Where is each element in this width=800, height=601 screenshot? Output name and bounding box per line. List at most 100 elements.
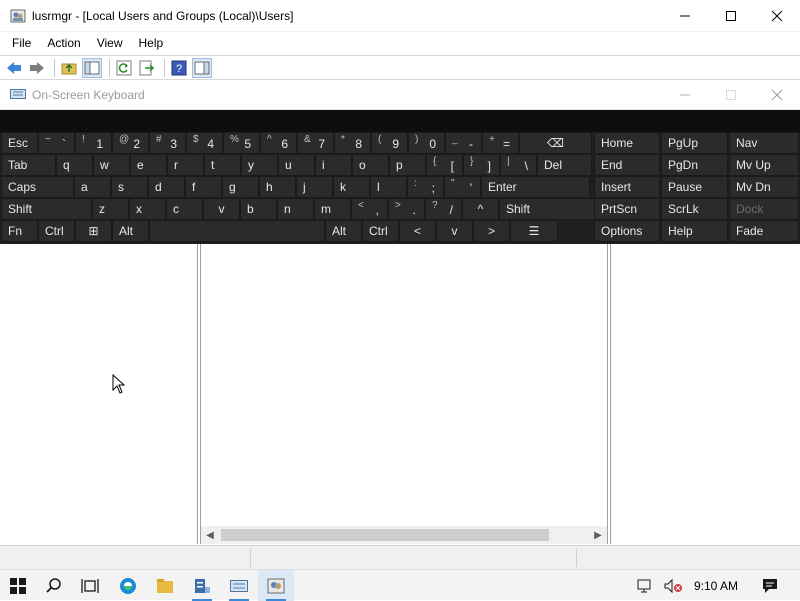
- osk-key[interactable]: " ': [444, 176, 481, 198]
- help-button[interactable]: ?: [169, 58, 189, 78]
- osk-key[interactable]: | \: [500, 154, 537, 176]
- osk-nav-key[interactable]: Mv Dn: [729, 176, 799, 198]
- osk-nav-key[interactable]: PgUp: [661, 132, 728, 154]
- osk-key[interactable]: {[: [426, 154, 463, 176]
- osk-nav-key[interactable]: Home: [594, 132, 660, 154]
- osk-nav-key[interactable]: Insert: [594, 176, 660, 198]
- osk-nav-key[interactable]: Fade: [729, 220, 799, 242]
- osk-key[interactable]: ~ `: [38, 132, 75, 154]
- osk-key[interactable]: ) 0: [408, 132, 445, 154]
- osk-key[interactable]: b: [240, 198, 277, 220]
- osk-key[interactable]: _ -: [445, 132, 482, 154]
- osk-key[interactable]: * 8: [334, 132, 371, 154]
- osk-key[interactable]: ☰: [510, 220, 558, 242]
- osk-key[interactable]: Del: [537, 154, 592, 176]
- osk-key[interactable]: p: [389, 154, 426, 176]
- osk-key[interactable]: }]: [463, 154, 500, 176]
- osk-key[interactable]: Ctrl: [38, 220, 75, 242]
- osk-key[interactable]: Shift: [499, 198, 608, 220]
- osk-key[interactable]: j: [296, 176, 333, 198]
- osk-key[interactable]: n: [277, 198, 314, 220]
- osk-key[interactable]: $4: [186, 132, 223, 154]
- osk-key[interactable]: (9: [371, 132, 408, 154]
- osk-nav-key[interactable]: Help: [661, 220, 728, 242]
- osk-key[interactable]: h: [259, 176, 296, 198]
- osk-key[interactable]: #3: [149, 132, 186, 154]
- back-button[interactable]: [4, 58, 24, 78]
- osk-key[interactable]: @2: [112, 132, 149, 154]
- osk-maximize-button[interactable]: [708, 80, 754, 110]
- osk-key[interactable]: x: [129, 198, 166, 220]
- taskbar-clock[interactable]: 9:10 AM: [694, 570, 738, 601]
- scroll-left-arrow-icon[interactable]: ◀: [201, 526, 219, 544]
- osk-key[interactable]: s: [111, 176, 148, 198]
- osk-key[interactable]: Alt: [325, 220, 362, 242]
- osk-key[interactable]: y: [241, 154, 278, 176]
- console-tree-pane[interactable]: [0, 244, 198, 544]
- osk-key[interactable]: & 7: [297, 132, 334, 154]
- osk-key[interactable]: o: [352, 154, 389, 176]
- osk-nav-key[interactable]: Mv Up: [729, 154, 799, 176]
- osk-key[interactable]: r: [167, 154, 204, 176]
- osk-key[interactable]: d: [148, 176, 185, 198]
- osk-key[interactable]: Shift: [1, 198, 92, 220]
- osk-key[interactable]: z: [92, 198, 129, 220]
- action-center-button[interactable]: [752, 570, 788, 601]
- osk-key[interactable]: t: [204, 154, 241, 176]
- scroll-right-arrow-icon[interactable]: ▶: [589, 526, 607, 544]
- osk-key[interactable]: :;: [407, 176, 444, 198]
- osk-key[interactable]: i: [315, 154, 352, 176]
- actions-pane[interactable]: [610, 244, 800, 544]
- horizontal-scrollbar[interactable]: ◀ ▶: [201, 526, 607, 544]
- osk-nav-key[interactable]: Options: [594, 220, 660, 242]
- osk-key[interactable]: Caps: [1, 176, 74, 198]
- osk-key[interactable]: Ctrl: [362, 220, 399, 242]
- osk-close-button[interactable]: [754, 80, 800, 110]
- osk-minimize-button[interactable]: [662, 80, 708, 110]
- menu-action[interactable]: Action: [41, 36, 86, 50]
- osk-taskbar-button[interactable]: [221, 570, 257, 601]
- refresh-button[interactable]: [114, 58, 134, 78]
- up-one-level-button[interactable]: [59, 58, 79, 78]
- menu-file[interactable]: File: [6, 36, 37, 50]
- osk-nav-key[interactable]: PgDn: [661, 154, 728, 176]
- task-view-button[interactable]: [72, 570, 108, 601]
- osk-key[interactable]: % 5: [223, 132, 260, 154]
- osk-key[interactable]: Fn: [1, 220, 38, 242]
- osk-key[interactable]: u: [278, 154, 315, 176]
- osk-key[interactable]: Esc: [1, 132, 38, 154]
- osk-key[interactable]: k: [333, 176, 370, 198]
- osk-key[interactable]: >.: [388, 198, 425, 220]
- server-manager-taskbar-button[interactable]: [184, 570, 220, 601]
- menu-view[interactable]: View: [91, 36, 129, 50]
- osk-key[interactable]: m: [314, 198, 351, 220]
- edge-browser-button[interactable]: [110, 570, 146, 601]
- osk-key[interactable]: v: [203, 198, 240, 220]
- osk-key[interactable]: ? /: [425, 198, 462, 220]
- volume-tray-button[interactable]: [660, 570, 688, 601]
- menu-help[interactable]: Help: [133, 36, 170, 50]
- osk-nav-key[interactable]: Pause: [661, 176, 728, 198]
- osk-key[interactable]: Enter: [481, 176, 590, 198]
- scroll-thumb[interactable]: [221, 529, 549, 541]
- osk-nav-key[interactable]: End: [594, 154, 660, 176]
- start-button[interactable]: [0, 570, 36, 601]
- osk-key[interactable]: <: [399, 220, 436, 242]
- file-explorer-button[interactable]: [147, 570, 183, 601]
- search-button[interactable]: [36, 570, 72, 601]
- osk-key-space[interactable]: [149, 220, 325, 242]
- osk-key[interactable]: ^ 6: [260, 132, 297, 154]
- forward-button[interactable]: [27, 58, 47, 78]
- osk-key[interactable]: ! 1: [75, 132, 112, 154]
- osk-key[interactable]: a: [74, 176, 111, 198]
- osk-nav-key[interactable]: ScrLk: [661, 198, 728, 220]
- network-tray-button[interactable]: [632, 570, 660, 601]
- osk-key[interactable]: ⌫: [519, 132, 592, 154]
- osk-key[interactable]: Tab: [1, 154, 56, 176]
- osk-key[interactable]: ^: [462, 198, 499, 220]
- osk-nav-key[interactable]: PrtScn: [594, 198, 660, 220]
- osk-key[interactable]: l: [370, 176, 407, 198]
- minimize-button[interactable]: [662, 0, 708, 32]
- maximize-button[interactable]: [708, 0, 754, 32]
- osk-key[interactable]: <,: [351, 198, 388, 220]
